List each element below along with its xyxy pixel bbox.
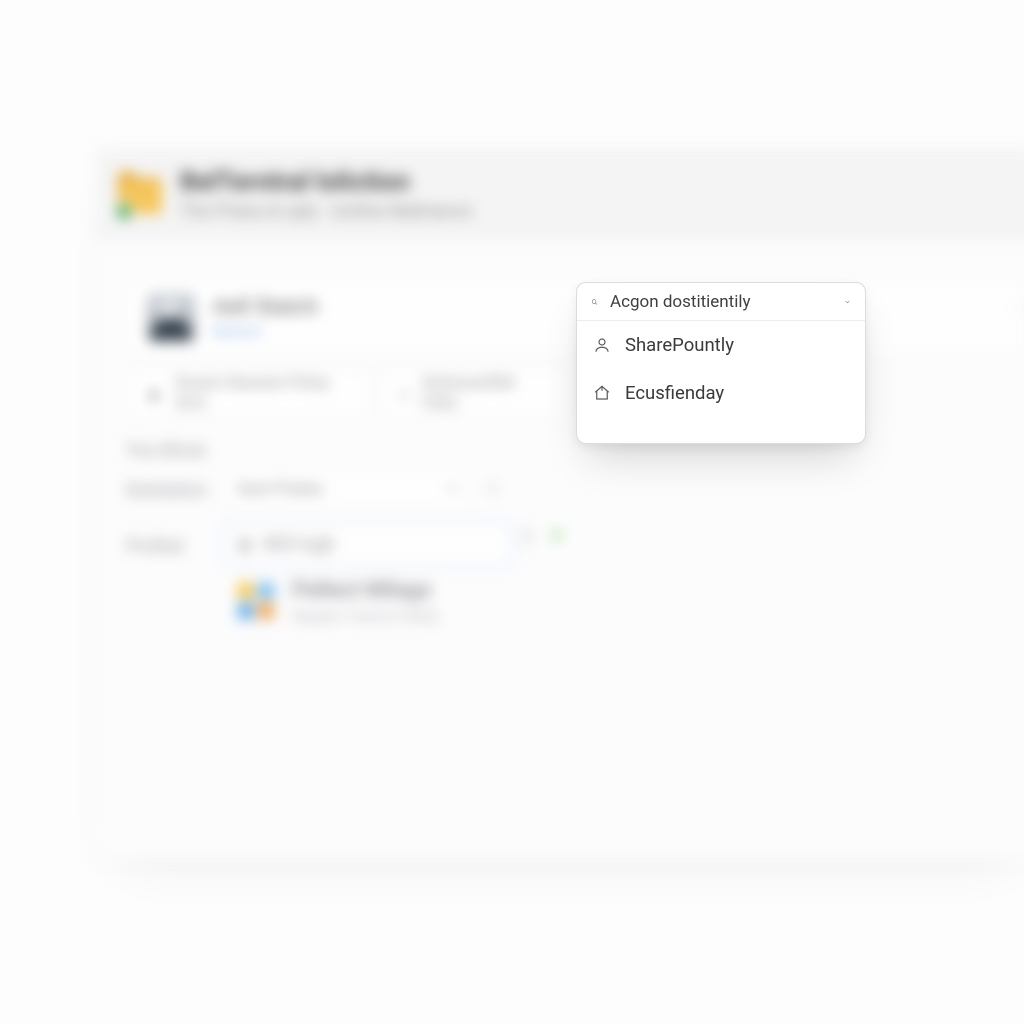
panel-header: BelTerntral loliction The Priess & oply …: [96, 148, 1024, 240]
assignee-dropdown[interactable]: SharePountly Ecusfienday: [576, 282, 866, 444]
stepper-icon[interactable]: ▲▼: [520, 526, 534, 546]
profiled-input[interactable]: ◍ WIO logh: [222, 522, 512, 566]
search-icon: [591, 293, 598, 311]
folder-icon: [118, 172, 162, 216]
person-icon: ▲: [145, 383, 163, 404]
dropdown-option-sharepountly[interactable]: SharePountly: [577, 321, 865, 369]
user-meta: Besions: [213, 324, 318, 340]
dropdown-option-label: SharePountly: [625, 334, 734, 356]
destination-select[interactable]: Sast Prates ▾: [222, 468, 472, 510]
profiled-label: Profied: [126, 536, 183, 557]
chevron-down-icon[interactable]: [844, 293, 851, 311]
dropdown-search-row: [577, 283, 865, 321]
tile-title: Pellect Milags: [292, 578, 439, 603]
destination-label: Destiation: [126, 480, 207, 501]
status-dot: [552, 530, 562, 540]
filter-chip-1[interactable]: ▲ Suaon Deunes Polny Arro: [126, 368, 370, 418]
user-name: Aell Statch: [213, 295, 318, 320]
page-subtitle: The Priess & oply · lonline Malinance: [180, 201, 472, 222]
tile-icon: [238, 583, 276, 621]
dropdown-option-ecusfienday[interactable]: Ecusfienday: [577, 369, 865, 417]
dropdown-option-label: Ecusfienday: [625, 382, 724, 404]
chip-label: Suaon Deunes Polny Arro: [175, 373, 351, 413]
dropdown-search-input[interactable]: [610, 292, 832, 312]
mic-icon[interactable]: ⇣: [484, 474, 501, 498]
more-menu-icon[interactable]: ⋮: [1006, 297, 1024, 321]
input-prefix-icon: ◍: [237, 534, 253, 555]
avatar[interactable]: [147, 293, 195, 341]
user-icon: [593, 336, 611, 354]
page-title: BelTerntral loliction: [180, 167, 472, 197]
home-icon: [593, 384, 611, 402]
user-info: Aell Statch Besions: [213, 295, 318, 340]
building-icon: ⌂: [399, 383, 410, 404]
user-card[interactable]: Aell Statch Besions ◻ Scanne nes act Rer…: [126, 278, 1024, 356]
destination-value: Sast Prates: [237, 479, 324, 499]
tile-subtitle: Regoen Twence Stedy: [292, 607, 439, 625]
background-blur: BelTerntral loliction The Priess & oply …: [0, 0, 1024, 1024]
chip-label: SulwsuioRid Felio: [422, 373, 547, 413]
chevron-down-icon: ▾: [448, 479, 457, 499]
profiled-value: WIO logh: [263, 534, 335, 555]
filter-chip-2[interactable]: ⌂ SulwsuioRid Felio: [380, 368, 566, 418]
suggestion-tile[interactable]: Pellect Milags Regoen Twence Stedy: [238, 578, 439, 625]
section-label: You Mose: [126, 440, 206, 461]
header-text: BelTerntral loliction The Priess & oply …: [180, 167, 472, 222]
